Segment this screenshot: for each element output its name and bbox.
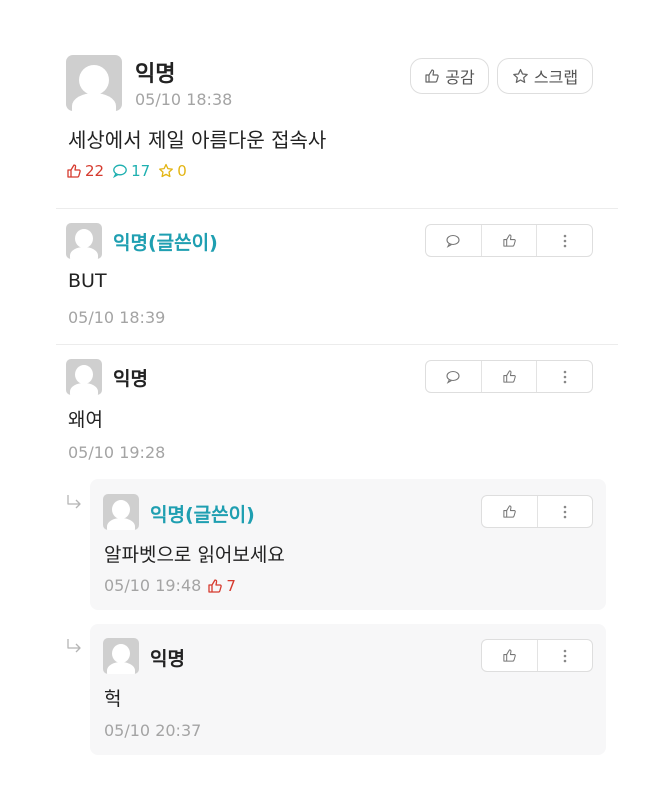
like-button[interactable] <box>480 225 537 256</box>
like-button[interactable] <box>482 496 537 527</box>
comment-actions <box>425 224 593 257</box>
reply-text: 헉 <box>104 688 122 710</box>
post-body: 세상에서 제일 아름다운 접속사 <box>68 128 327 152</box>
thumbs-up-icon <box>502 233 517 248</box>
reply-author-name: 익명(글쓴이) <box>150 504 255 526</box>
comment-author-avatar <box>66 359 102 395</box>
divider <box>56 344 618 345</box>
more-vertical-icon <box>563 649 567 663</box>
post-stats: 22 17 0 <box>66 162 195 180</box>
reply-button[interactable] <box>426 361 481 392</box>
post-author-name: 익명 <box>135 62 176 87</box>
post-author-avatar <box>66 55 122 111</box>
comment-time: 05/10 18:39 <box>68 308 166 327</box>
scrap-count-value: 0 <box>177 162 187 180</box>
speech-bubble-icon <box>445 234 461 248</box>
reply-like-count: 7 <box>207 577 236 595</box>
like-count: 22 <box>66 162 104 180</box>
divider <box>56 208 618 209</box>
reply-author-avatar <box>103 638 139 674</box>
reply-arrow-icon <box>66 494 84 510</box>
comment-count-value: 17 <box>131 162 151 180</box>
reply-actions <box>481 495 593 528</box>
like-count-value: 22 <box>85 162 105 180</box>
reply-time: 05/10 19:48 <box>104 576 202 595</box>
scrap-count: 0 <box>158 162 187 180</box>
more-button[interactable] <box>536 640 593 671</box>
post-time: 05/10 18:38 <box>135 90 233 109</box>
reply-arrow-icon <box>66 638 84 654</box>
comment-text: BUT <box>68 270 107 292</box>
thumbs-up-icon <box>207 578 223 594</box>
star-icon <box>512 68 529 85</box>
comment-count: 17 <box>112 162 150 180</box>
thumbs-up-icon <box>502 504 517 519</box>
thumbs-up-icon <box>502 369 517 384</box>
speech-bubble-icon <box>112 163 128 179</box>
thumbs-up-icon <box>502 648 517 663</box>
comment-author-name: 익명 <box>113 368 148 390</box>
more-vertical-icon <box>563 370 567 384</box>
like-button[interactable]: 공감 <box>410 58 489 94</box>
more-button[interactable] <box>536 361 592 392</box>
comment-time: 05/10 19:28 <box>68 443 166 462</box>
thumbs-up-icon <box>424 68 440 84</box>
more-vertical-icon <box>563 505 567 519</box>
comment-author-avatar <box>66 223 102 259</box>
more-vertical-icon <box>563 234 567 248</box>
reply-author-avatar <box>103 494 139 530</box>
reply-like-count-value: 7 <box>226 576 236 595</box>
reply-time: 05/10 20:37 <box>104 721 202 740</box>
speech-bubble-icon <box>445 370 461 384</box>
like-button-label: 공감 <box>445 68 475 87</box>
reply-text: 알파벳으로 읽어보세요 <box>104 544 285 566</box>
comment-text: 왜여 <box>68 409 103 431</box>
reply-actions <box>481 639 593 672</box>
reply-meta: 05/10 19:48 7 <box>104 576 236 595</box>
more-button[interactable] <box>536 225 592 256</box>
star-icon <box>158 163 174 179</box>
scrap-button[interactable]: 스크랩 <box>497 58 593 94</box>
more-button[interactable] <box>536 496 593 527</box>
like-button[interactable] <box>480 361 537 392</box>
reply-button[interactable] <box>426 225 481 256</box>
like-button[interactable] <box>482 640 537 671</box>
comment-actions <box>425 360 593 393</box>
reply-author-name: 익명 <box>150 648 185 670</box>
comment-author-name: 익명(글쓴이) <box>113 232 218 254</box>
thumbs-up-icon <box>66 163 82 179</box>
scrap-button-label: 스크랩 <box>533 68 579 87</box>
